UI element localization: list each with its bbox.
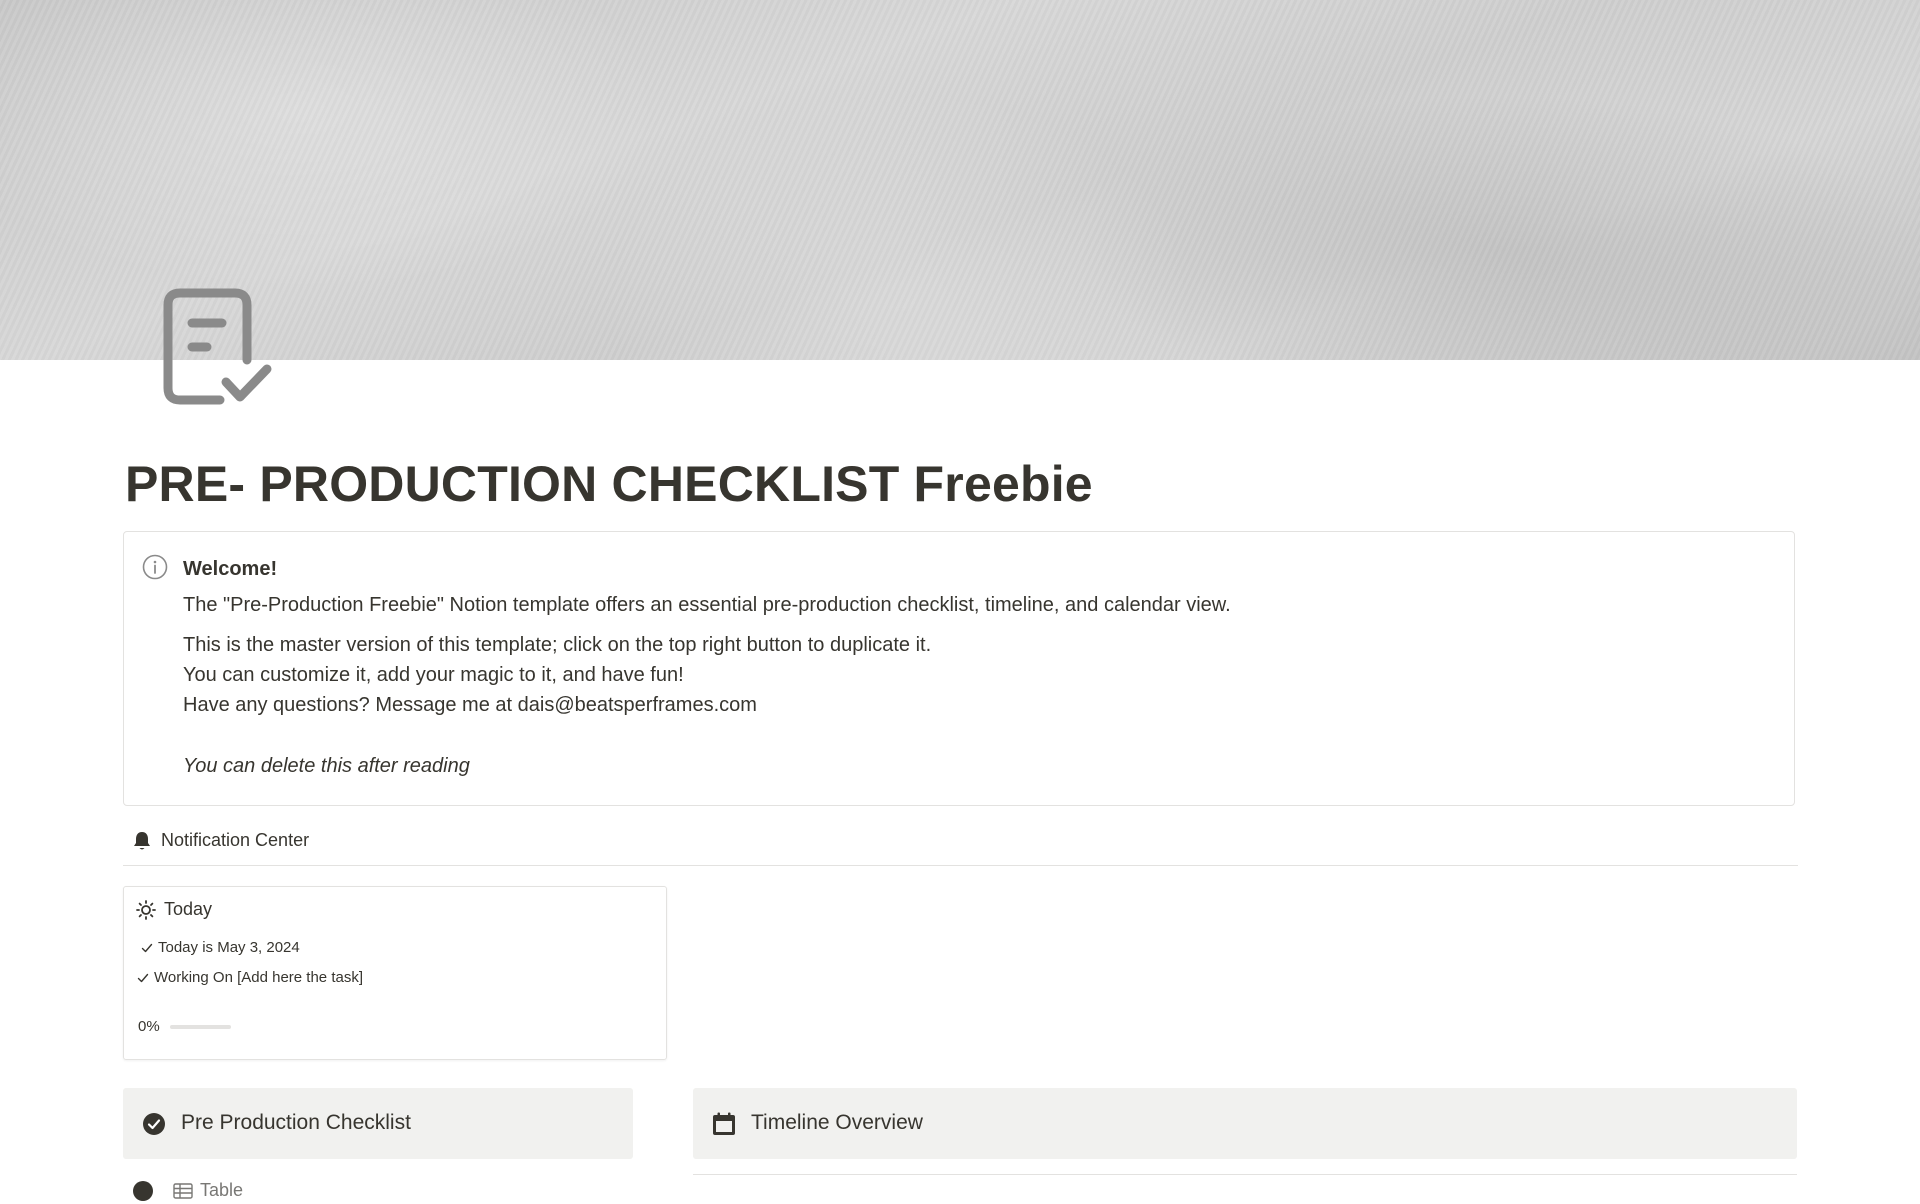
check-circle-icon xyxy=(141,1111,167,1137)
progress-row: 0% xyxy=(138,1018,231,1035)
table-view-label: Table xyxy=(200,1180,244,1200)
callout-description: The "Pre-Production Freebie" Notion temp… xyxy=(183,594,1231,616)
calendar-icon xyxy=(711,1111,737,1137)
working-on-item[interactable]: Working On [Add here the task] xyxy=(136,969,363,986)
pre-production-checklist-heading[interactable]: Pre Production Checklist xyxy=(123,1088,633,1159)
table-icon xyxy=(173,1182,193,1199)
today-card[interactable]: Today Today is May 3, 2024 Working On [A… xyxy=(123,886,667,1060)
notification-center-heading[interactable]: Notification Center xyxy=(123,820,1798,866)
today-header: Today xyxy=(136,899,212,920)
callout-content[interactable]: Welcome! The "Pre-Production Freebie" No… xyxy=(183,554,1774,781)
today-date-text: Today is May 3, 2024 xyxy=(158,939,300,956)
checklist-icon[interactable] xyxy=(160,285,280,415)
progress-bar xyxy=(169,1024,231,1029)
page-cover-image[interactable] xyxy=(0,0,1920,360)
callout-customize-note: You can customize it, add your magic to … xyxy=(183,664,684,686)
timeline-overview-label: Timeline Overview xyxy=(751,1111,923,1134)
timeline-divider xyxy=(693,1174,1797,1175)
welcome-callout: Welcome! The "Pre-Production Freebie" No… xyxy=(123,531,1795,806)
callout-duplicate-note: This is the master version of this templ… xyxy=(183,634,932,656)
working-on-text: Working On [Add here the task] xyxy=(154,969,363,986)
table-view-tab[interactable]: Table xyxy=(133,1180,243,1201)
timeline-overview-heading[interactable]: Timeline Overview xyxy=(693,1088,1797,1159)
pre-production-checklist-label: Pre Production Checklist xyxy=(181,1111,411,1134)
today-title: Today xyxy=(164,899,213,919)
sun-icon xyxy=(136,899,156,920)
progress-label: 0% xyxy=(138,1018,160,1035)
info-icon[interactable] xyxy=(142,554,168,580)
today-date-item[interactable]: Today is May 3, 2024 xyxy=(140,939,300,956)
checkmark-icon xyxy=(136,971,150,985)
checkmark-icon xyxy=(140,941,154,955)
callout-footer-note: You can delete this after reading xyxy=(183,755,470,777)
notification-center-label: Notification Center xyxy=(161,830,310,850)
status-dot xyxy=(133,1180,153,1201)
bell-icon xyxy=(132,830,152,852)
callout-heading: Welcome! xyxy=(183,558,278,580)
callout-contact-note: Have any questions? Message me at dais@b… xyxy=(183,694,757,716)
page-title[interactable]: PRE- PRODUCTION CHECKLIST Freebie xyxy=(125,455,1093,513)
